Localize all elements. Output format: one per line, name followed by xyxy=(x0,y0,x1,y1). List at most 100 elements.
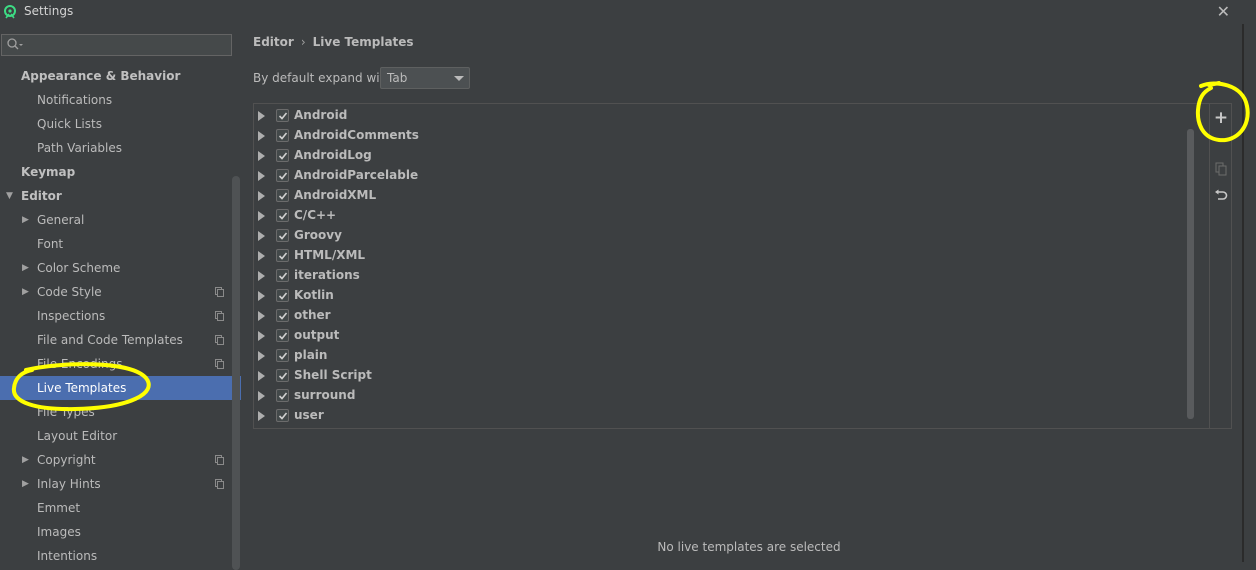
template-group-checkbox[interactable] xyxy=(276,249,289,262)
expand-arrow-icon[interactable] xyxy=(258,171,265,181)
close-button[interactable]: ✕ xyxy=(1217,2,1230,21)
expand-arrow-icon[interactable] xyxy=(258,151,265,161)
copy-template-button[interactable] xyxy=(1210,158,1232,180)
sidebar-item-file-encodings[interactable]: File Encodings xyxy=(0,352,232,376)
expand-arrow-icon[interactable] xyxy=(258,291,265,301)
sidebar-item-label: Inlay Hints xyxy=(37,477,101,491)
template-group-row[interactable]: user xyxy=(254,406,1194,426)
search-input[interactable] xyxy=(1,34,232,56)
sidebar-item-keymap[interactable]: Keymap xyxy=(0,160,232,184)
expand-arrow-icon[interactable] xyxy=(258,271,265,281)
template-group-row[interactable]: Shell Script xyxy=(254,366,1194,386)
sidebar-item-file-types[interactable]: File Types xyxy=(0,400,232,424)
template-group-checkbox[interactable] xyxy=(276,409,289,422)
expand-arrow-icon[interactable] xyxy=(258,231,265,241)
template-group-row[interactable]: plain xyxy=(254,346,1194,366)
sidebar-item-path-variables[interactable]: Path Variables xyxy=(0,136,232,160)
collapse-arrow-icon[interactable]: ▶ xyxy=(22,280,29,304)
template-group-checkbox[interactable] xyxy=(276,169,289,182)
template-group-row[interactable]: HTML/XML xyxy=(254,246,1194,266)
expand-arrow-icon[interactable] xyxy=(258,391,265,401)
template-group-checkbox[interactable] xyxy=(276,129,289,142)
sidebar-item-appearance-behavior[interactable]: Appearance & Behavior xyxy=(0,64,232,88)
template-group-checkbox[interactable] xyxy=(276,289,289,302)
sidebar-item-general[interactable]: ▶ General xyxy=(0,208,232,232)
template-group-row[interactable]: AndroidParcelable xyxy=(254,166,1194,186)
sidebar-item-label: Intentions xyxy=(37,549,98,563)
sidebar-item-emmet[interactable]: Emmet xyxy=(0,496,232,520)
check-icon xyxy=(278,152,288,160)
sidebar-item-font[interactable]: Font xyxy=(0,232,232,256)
template-group-name: Kotlin xyxy=(294,288,334,302)
sidebar-item-copyright[interactable]: ▶ Copyright xyxy=(0,448,232,472)
breadcrumb-parent[interactable]: Editor xyxy=(253,35,294,49)
sidebar-item-images[interactable]: Images xyxy=(0,520,232,544)
template-groups-list: Android AndroidComments AndroidLog AndroidP… xyxy=(253,103,1210,429)
add-template-button[interactable]: + xyxy=(1210,107,1232,129)
sidebar-item-notifications[interactable]: Notifications xyxy=(0,88,232,112)
expand-with-dropdown[interactable]: Tab xyxy=(380,67,470,89)
template-group-row[interactable]: AndroidXML xyxy=(254,186,1194,206)
template-group-row[interactable]: iterations xyxy=(254,266,1194,286)
sidebar-item-label: General xyxy=(37,213,85,227)
sidebar-item-color-scheme[interactable]: ▶ Color Scheme xyxy=(0,256,232,280)
template-group-row[interactable]: C/C++ xyxy=(254,206,1194,226)
sidebar-item-inlay-hints[interactable]: ▶ Inlay Hints xyxy=(0,472,232,496)
collapse-arrow-icon[interactable]: ▶ xyxy=(22,208,29,232)
template-group-checkbox[interactable] xyxy=(276,369,289,382)
expand-arrow-icon[interactable] xyxy=(258,331,265,341)
template-group-row[interactable]: Groovy xyxy=(254,226,1194,246)
expand-with-label: By default expand with xyxy=(253,71,392,85)
template-group-row[interactable]: output xyxy=(254,326,1194,346)
sidebar-item-file-and-code-templates[interactable]: File and Code Templates xyxy=(0,328,232,352)
template-group-checkbox[interactable] xyxy=(276,309,289,322)
window-border xyxy=(1242,24,1244,562)
template-group-checkbox[interactable] xyxy=(276,109,289,122)
template-group-row[interactable]: Android xyxy=(254,106,1194,126)
sidebar-item-label: Emmet xyxy=(37,501,81,515)
expand-arrow-icon[interactable]: ▼ xyxy=(6,184,13,208)
template-group-name: plain xyxy=(294,348,328,362)
sidebar-scrollbar[interactable] xyxy=(232,176,240,570)
expand-arrow-icon[interactable] xyxy=(258,111,265,121)
templates-scrollbar[interactable] xyxy=(1187,129,1194,419)
template-group-row[interactable]: AndroidLog xyxy=(254,146,1194,166)
template-group-name: other xyxy=(294,308,331,322)
template-group-checkbox[interactable] xyxy=(276,269,289,282)
sidebar-item-inspections[interactable]: Inspections xyxy=(0,304,232,328)
expand-arrow-icon[interactable] xyxy=(258,131,265,141)
template-group-row[interactable]: surround xyxy=(254,386,1194,406)
templates-toolbar: + xyxy=(1210,103,1232,429)
sidebar-item-quick-lists[interactable]: Quick Lists xyxy=(0,112,232,136)
collapse-arrow-icon[interactable]: ▶ xyxy=(22,256,29,280)
collapse-arrow-icon[interactable]: ▶ xyxy=(22,448,29,472)
sidebar-item-code-style[interactable]: ▶ Code Style xyxy=(0,280,232,304)
sidebar-item-intentions[interactable]: Intentions xyxy=(0,544,232,568)
template-group-row[interactable]: AndroidComments xyxy=(254,126,1194,146)
template-group-checkbox[interactable] xyxy=(276,229,289,242)
template-group-checkbox[interactable] xyxy=(276,349,289,362)
restore-defaults-button[interactable] xyxy=(1210,185,1232,207)
template-group-checkbox[interactable] xyxy=(276,149,289,162)
expand-arrow-icon[interactable] xyxy=(258,191,265,201)
expand-arrow-icon[interactable] xyxy=(258,351,265,361)
collapse-arrow-icon[interactable]: ▶ xyxy=(22,472,29,496)
sidebar-item-label: File Types xyxy=(37,405,95,419)
expand-arrow-icon[interactable] xyxy=(258,411,265,421)
sidebar-item-live-templates[interactable]: Live Templates xyxy=(0,376,241,400)
status-message: No live templates are selected xyxy=(657,540,841,554)
expand-arrow-icon[interactable] xyxy=(258,371,265,381)
expand-arrow-icon[interactable] xyxy=(258,311,265,321)
expand-arrow-icon[interactable] xyxy=(258,251,265,261)
template-group-checkbox[interactable] xyxy=(276,209,289,222)
check-icon xyxy=(278,132,288,140)
template-group-row[interactable]: Kotlin xyxy=(254,286,1194,306)
template-group-checkbox[interactable] xyxy=(276,389,289,402)
expand-arrow-icon[interactable] xyxy=(258,211,265,221)
sidebar-item-layout-editor[interactable]: Layout Editor xyxy=(0,424,232,448)
sidebar-item-editor[interactable]: ▼ Editor xyxy=(0,184,232,208)
template-group-row[interactable]: other xyxy=(254,306,1194,326)
template-group-checkbox[interactable] xyxy=(276,329,289,342)
template-group-checkbox[interactable] xyxy=(276,189,289,202)
check-icon xyxy=(278,172,288,180)
